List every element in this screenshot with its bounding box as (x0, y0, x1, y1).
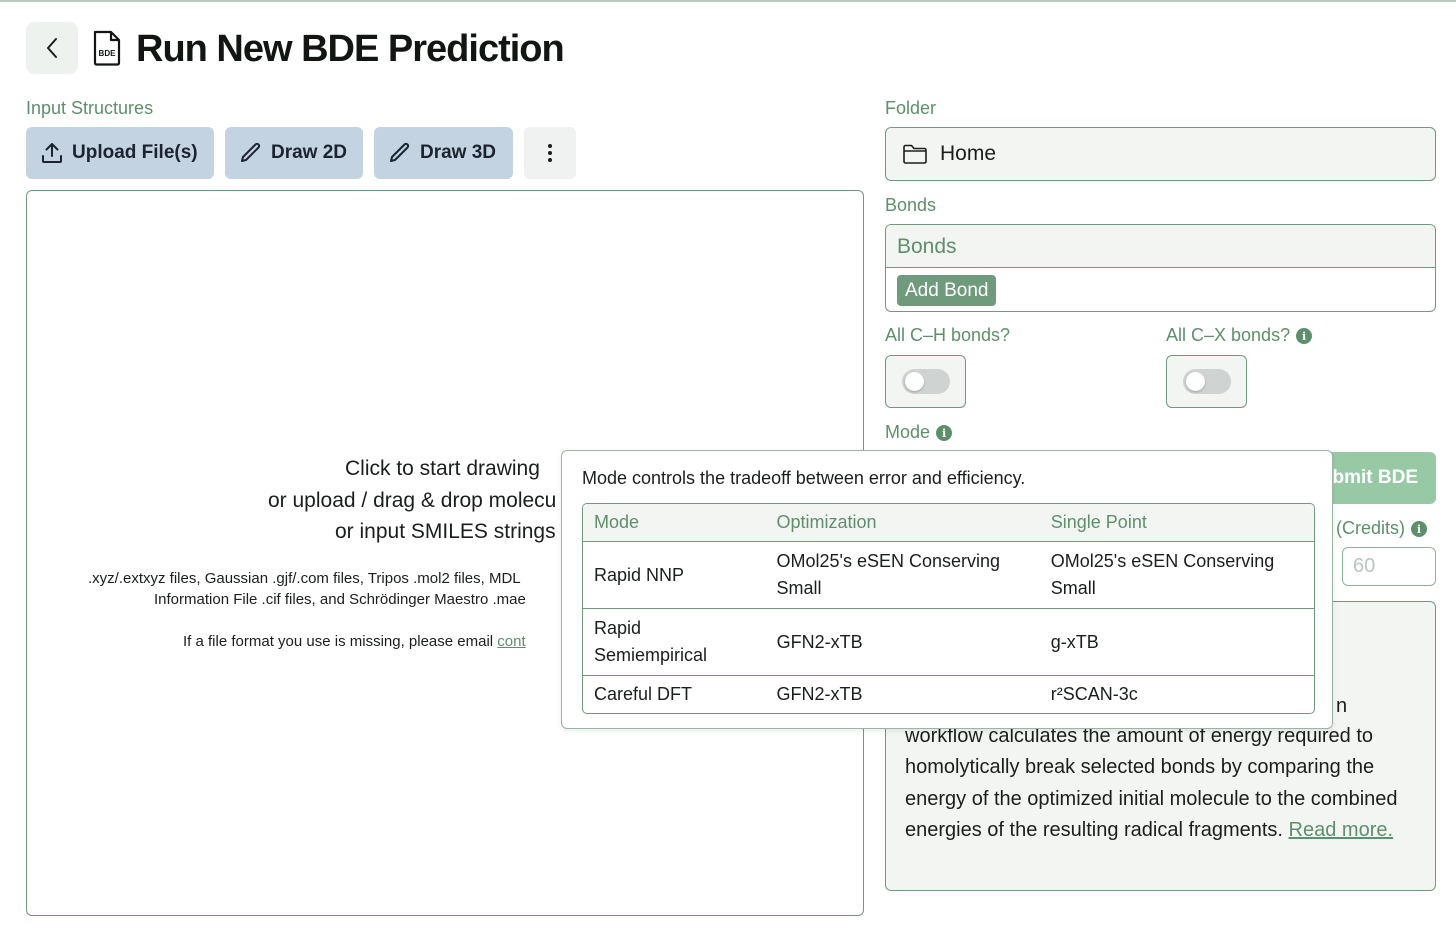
all-cx-bonds-label: All C–X bonds? (1166, 325, 1291, 345)
contact-link[interactable]: cont (497, 633, 525, 650)
drop-instruction-3: or input SMILES strings (335, 520, 556, 543)
info-icon[interactable]: i (1411, 521, 1428, 538)
column-header-mode: Mode (594, 512, 640, 532)
upload-files-button[interactable]: Upload File(s) (26, 127, 214, 179)
toggle-track (1183, 369, 1231, 394)
column-header-single-point: Single Point (1050, 512, 1147, 532)
pencil-icon (390, 142, 410, 162)
toggle-knob (905, 372, 924, 391)
single-point-cell: OMol25's eSEN Conserving Small (1050, 551, 1275, 598)
top-border (0, 0, 1456, 2)
mode-tooltip-title: Mode controls the tradeoff between error… (582, 468, 1026, 488)
optimization-cell: GFN2-xTB (776, 684, 863, 704)
mode-tooltip: Mode controls the tradeoff between error… (561, 450, 1333, 729)
all-ch-bonds-label: All C–H bonds? (885, 325, 1011, 345)
draw-3d-button[interactable]: Draw 3D (374, 127, 513, 179)
back-button[interactable] (26, 22, 78, 74)
input-structures-label: Input Structures (26, 98, 154, 118)
toggle-track (902, 369, 950, 394)
page-title: Run New BDE Prediction (136, 28, 565, 70)
mode-cell: Rapid Semiempirical (594, 618, 708, 665)
description-text-block: workflow calculates the amount of energy… (905, 721, 1425, 846)
mode-label: Mode (885, 422, 931, 442)
credits-label: (Credits) (1336, 518, 1406, 538)
missing-format-note: If a file format you use is missing, ple… (183, 633, 526, 650)
bonds-header: Bonds (886, 225, 1435, 268)
optimization-cell: GFN2-xTB (776, 631, 863, 652)
all-cx-bonds-toggle[interactable] (1166, 355, 1247, 408)
missing-format-text: If a file format you use is missing, ple… (183, 633, 498, 650)
credits-label-wrap: (Credits) i (1336, 518, 1428, 539)
all-cx-bonds-label-wrap: All C–X bonds? i (1166, 325, 1313, 346)
folder-select[interactable]: Home (885, 127, 1436, 181)
optimization-cell: OMol25's eSEN Conserving Small (776, 551, 1001, 598)
upload-files-label: Upload File(s) (72, 142, 198, 163)
info-icon[interactable]: i (1296, 328, 1313, 345)
bonds-label: Bonds (885, 195, 937, 215)
mode-label-wrap: Mode i (885, 422, 953, 443)
drop-instruction-2: or upload / drag & drop molecu (268, 489, 557, 512)
more-vertical-icon (548, 144, 552, 162)
add-bond-button[interactable]: Add Bond (897, 275, 997, 306)
column-header-optimization: Optimization (776, 512, 877, 532)
table-row: Careful DFT GFN2-xTB r²SCAN-3c (583, 676, 1314, 713)
draw-2d-button[interactable]: Draw 2D (225, 127, 363, 179)
folder-label: Folder (885, 98, 937, 118)
credits-input[interactable]: 60 (1342, 547, 1436, 586)
description-fragment: n (1336, 695, 1348, 717)
more-options-button[interactable] (524, 127, 576, 179)
supported-formats-2: Information File .cif files, and Schrödi… (154, 591, 526, 608)
bde-document-icon: BDE (93, 30, 121, 66)
draw-3d-label: Draw 3D (420, 142, 497, 163)
toggle-knob (1186, 372, 1205, 391)
mode-cell: Rapid NNP (594, 564, 685, 585)
bonds-field: Bonds Add Bond (885, 224, 1436, 312)
single-point-cell: r²SCAN-3c (1050, 684, 1138, 704)
table-row: Rapid NNP OMol25's eSEN Conserving Small… (583, 542, 1314, 609)
table-row: Rapid Semiempirical GFN2-xTB g-xTB (583, 609, 1314, 676)
info-icon[interactable]: i (936, 425, 953, 442)
mode-cell: Careful DFT (594, 684, 693, 704)
folder-value: Home (940, 142, 997, 165)
draw-2d-label: Draw 2D (271, 142, 348, 163)
single-point-cell: g-xTB (1050, 631, 1099, 652)
pencil-icon (241, 142, 261, 162)
upload-icon (42, 143, 62, 163)
mode-table: Mode Optimization Single Point Rapid NNP… (582, 503, 1315, 714)
drop-instruction-1: Click to start drawing (345, 457, 540, 480)
folder-icon (903, 144, 927, 164)
svg-text:BDE: BDE (99, 49, 117, 58)
supported-formats-1: .xyz/.extxyz files, Gaussian .gjf/.com f… (88, 570, 521, 587)
chevron-left-icon (47, 38, 57, 58)
table-header-row: Mode Optimization Single Point (583, 504, 1314, 542)
read-more-link[interactable]: Read more. (1289, 819, 1394, 841)
all-ch-bonds-toggle[interactable] (885, 355, 966, 408)
